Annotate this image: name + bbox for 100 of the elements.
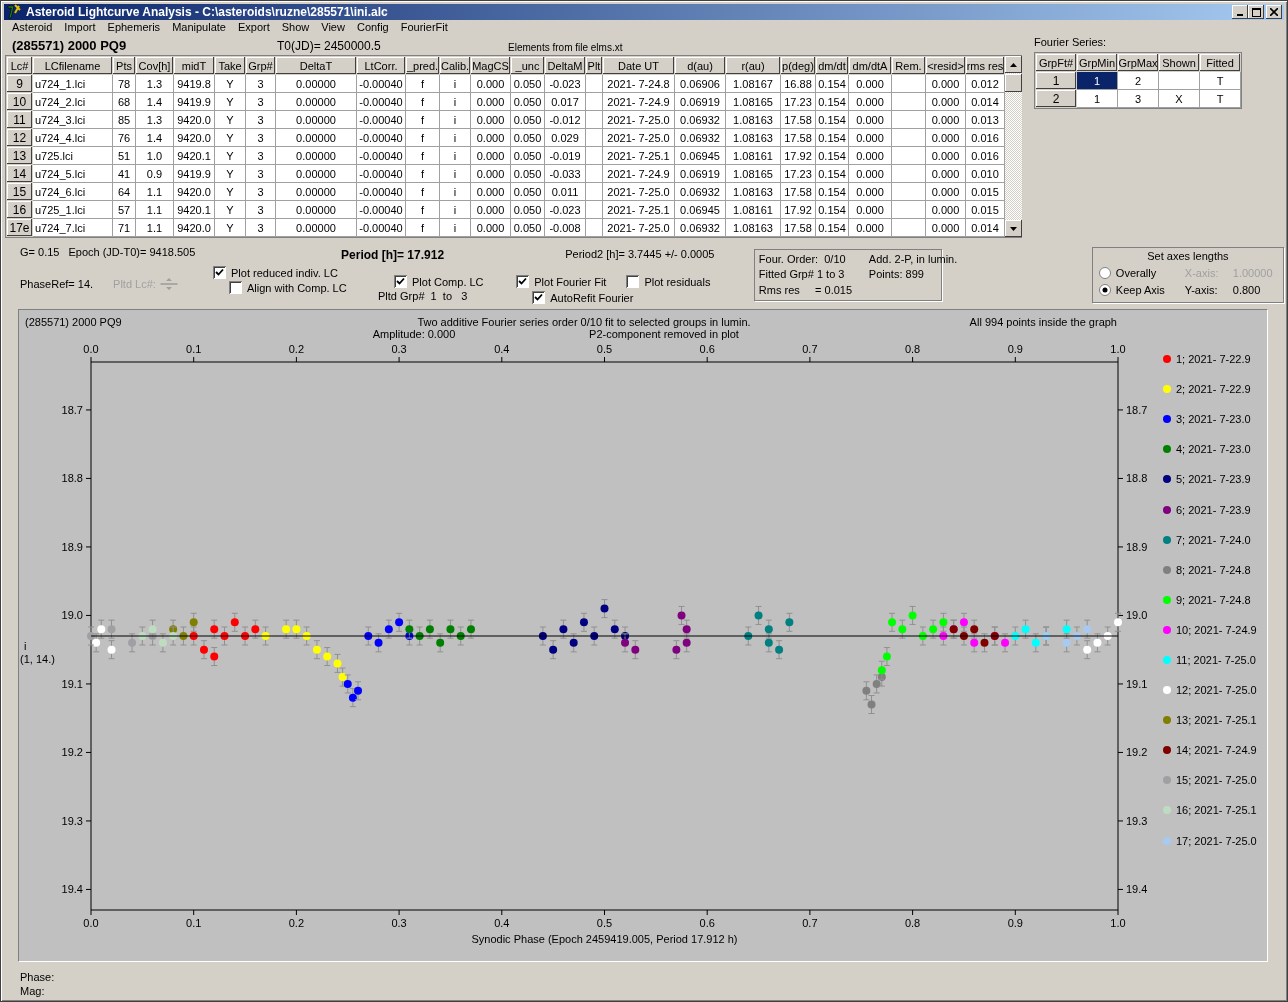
table-cell: f: [405, 200, 440, 219]
table-cell: 1.3: [135, 110, 174, 129]
table-cell: 1.1: [135, 182, 174, 201]
table-cell: 3: [245, 128, 276, 147]
table-cell: 57: [112, 200, 136, 219]
window-title: Asteroid Lightcurve Analysis - C:\asteroids\ruzne\285571\ini.alc: [26, 5, 389, 19]
table-cell: -0.023: [544, 200, 586, 219]
table-cell: 1.4: [135, 128, 174, 147]
table-cell: 3: [245, 110, 276, 129]
table-cell: 0.00000: [275, 164, 357, 183]
table-cell: 0.000: [848, 128, 892, 147]
tick-label: 0.0: [83, 917, 99, 929]
table-cell: Y: [214, 128, 246, 147]
table-cell: 0.00000: [275, 74, 357, 93]
tick-label: 0.4: [494, 917, 510, 929]
table-cell: 0.06932: [674, 110, 726, 129]
tick-label: 19.0: [61, 609, 83, 622]
table-cell: 0.000: [470, 74, 511, 93]
table-cell: 0.000: [925, 218, 966, 237]
table-cell: 17.58: [780, 110, 816, 129]
table-cell: 51: [112, 146, 136, 165]
table-cell: f: [405, 182, 440, 201]
table-cell: -0.00040: [356, 164, 406, 183]
table-cell: u725.lci: [32, 146, 113, 165]
tick-label: 0.9: [1007, 917, 1023, 929]
table-cell: 0.000: [925, 164, 966, 183]
t0-label: T0(JD)= 2450000.5: [277, 39, 382, 53]
table-cell: 0.000: [848, 74, 892, 93]
table-cell: 0.154: [815, 74, 849, 93]
tick-label: 0.3: [391, 343, 407, 355]
axis-label: Y-axis:: [1184, 283, 1219, 296]
table-cell: -0.00040: [356, 146, 406, 165]
table-cell: -0.00040: [356, 74, 406, 93]
table-cell: 0.050: [510, 128, 545, 147]
table-cell: u724_3.lci: [32, 110, 113, 129]
table-cell: 0.154: [815, 218, 849, 237]
info-text: Fitted Grp# 1 to 3: [758, 268, 846, 282]
axis-label: (1, 14.): [20, 652, 55, 665]
legend-label: 14; 2021- 7-24.9: [1176, 744, 1257, 757]
tick-label: 18.9: [61, 540, 83, 553]
table-cell: 0.00000: [275, 182, 357, 201]
table-cell: 3: [245, 74, 276, 93]
table-cell: f: [405, 164, 440, 183]
table-cell: -0.00040: [356, 200, 406, 219]
table-cell: 0.000: [470, 200, 511, 219]
table-cell: 9420.0: [173, 218, 215, 237]
legend-label: 10; 2021- 7-24.9: [1176, 623, 1257, 636]
epoch-label: Epoch (JD-T0)= 9418.505: [68, 246, 196, 258]
tick-label: 1.0: [1110, 343, 1126, 355]
tick-label: 0.5: [596, 917, 613, 929]
table-cell: 0.06945: [674, 200, 726, 219]
table-cell: 2021- 7-25.0: [602, 128, 675, 147]
table-cell: -0.023: [544, 74, 586, 93]
tick-label: 18.7: [61, 403, 83, 416]
table-cell: 0.154: [815, 110, 849, 129]
tick-label: 0.8: [904, 917, 921, 929]
axis-label: i: [24, 639, 27, 652]
table-cell: 0.014: [965, 92, 1005, 111]
tick-label: 19.4: [61, 883, 83, 896]
table-cell: i: [439, 110, 471, 129]
table-cell: 0.00000: [275, 110, 357, 129]
tick-label: 19.2: [1126, 746, 1148, 759]
axis-label: Synodic Phase (Epoch 2459419.005, Period 17.912 h): [471, 933, 738, 945]
chart-title: Two additive Fourier series order 0/10 fit to selected groups in lumin.: [417, 316, 751, 328]
table-cell: 2021- 7-25.0: [602, 182, 675, 201]
table-cell: 0.000: [925, 128, 966, 147]
table-cell: 9419.8: [173, 74, 215, 93]
table-cell: 2021- 7-24.9: [602, 92, 675, 111]
tick-label: 19.4: [1126, 883, 1148, 896]
table-cell: 0.000: [848, 218, 892, 237]
table-cell: f: [405, 128, 440, 147]
table-cell: 9420.0: [173, 182, 215, 201]
table-cell: 17.58: [780, 218, 816, 237]
table-cell: 0.00000: [275, 146, 357, 165]
table-cell: 0.000: [848, 200, 892, 219]
tick-label: 19.2: [61, 746, 83, 759]
legend-label: 4; 2021- 7-23.0: [1176, 443, 1251, 456]
info-text: Add. 2-P, in lumin.: [868, 253, 958, 267]
table-cell: -0.00040: [356, 92, 406, 111]
table-cell: 16.88: [780, 74, 816, 93]
table-cell: 0.06919: [674, 92, 726, 111]
table-cell: 0.06932: [674, 182, 726, 201]
table-cell: 0.154: [815, 182, 849, 201]
legend-label: 6; 2021- 7-23.9: [1176, 503, 1251, 516]
table-cell: 1.08165: [725, 164, 781, 183]
table-cell: 1.08161: [725, 200, 781, 219]
table-cell: -0.012: [544, 110, 586, 129]
table-cell: 0.000: [470, 146, 511, 165]
plot-object-label: (285571) 2000 PQ9: [25, 316, 122, 328]
legend-label: 9; 2021- 7-24.8: [1176, 593, 1251, 606]
table-cell: 0.06919: [674, 164, 726, 183]
table-cell: 2021- 7-24.9: [602, 164, 675, 183]
table-cell: 0.050: [510, 218, 545, 237]
table-cell: -0.00040: [356, 182, 406, 201]
table-cell: u724_7.lci: [32, 218, 113, 237]
table-cell: 17.92: [780, 200, 816, 219]
tick-label: 0.2: [288, 343, 305, 355]
tick-label: 0.7: [802, 343, 818, 355]
tick-label: 0.3: [391, 917, 407, 929]
status-label: Phase:: [20, 970, 56, 984]
